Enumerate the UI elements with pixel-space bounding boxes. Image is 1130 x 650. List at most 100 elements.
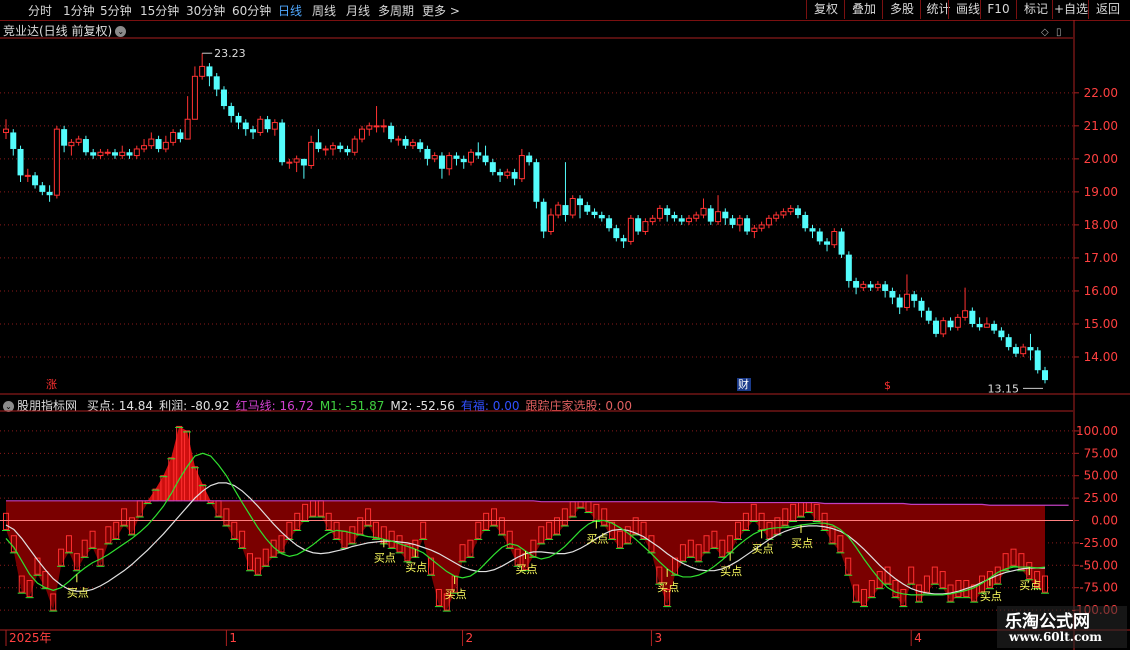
- candle-body: [831, 231, 838, 246]
- candle-body: [453, 155, 460, 159]
- candle-body: [133, 148, 140, 157]
- candle-body: [460, 158, 467, 163]
- candle-body: [293, 158, 300, 163]
- candle-body: [824, 241, 831, 245]
- candle-body: [882, 284, 889, 291]
- candle-body: [475, 152, 482, 156]
- candle-body: [627, 217, 634, 242]
- candle-body: [867, 284, 874, 288]
- dollar-marker: $: [884, 379, 891, 392]
- buy-point-label: 买点: [752, 542, 774, 555]
- candle-body: [809, 228, 816, 232]
- price-tick-label: 16.00: [1084, 284, 1118, 298]
- candle-body: [3, 128, 9, 133]
- price-tick-label: 19.00: [1084, 185, 1118, 199]
- candle-body: [10, 132, 17, 149]
- candle-body: [1034, 350, 1041, 371]
- stock-chart[interactable]: ◇ ▯14.0015.0016.0017.0018.0019.0020.0021.…: [0, 0, 1130, 650]
- candle-body: [24, 174, 31, 177]
- candle-body: [925, 310, 932, 321]
- profit-peak-area: [155, 475, 164, 501]
- candle-body: [765, 217, 772, 226]
- candle-body: [780, 211, 787, 216]
- candle-body: [17, 148, 24, 176]
- candle-body: [329, 145, 336, 150]
- candle-body: [482, 155, 489, 163]
- candle-body: [671, 215, 678, 219]
- candle-body: [402, 139, 409, 146]
- candle-body: [715, 211, 722, 223]
- candle-body: [591, 211, 598, 215]
- candle-body: [649, 217, 656, 223]
- candle-body: [584, 205, 591, 212]
- candle-body: [53, 128, 60, 196]
- candle-body: [46, 191, 53, 196]
- candle-body: [693, 214, 700, 219]
- candle-body: [373, 125, 380, 128]
- ind-tick-label: -25.00: [1079, 536, 1118, 550]
- watermark: 乐淘公式网 www.60lt.com: [997, 606, 1127, 648]
- candle-body: [395, 138, 402, 141]
- candle-body: [547, 214, 554, 233]
- candle-body: [300, 158, 307, 166]
- candle-body: [424, 148, 431, 159]
- candle-body: [729, 218, 736, 225]
- buy-point-label: 买点: [516, 563, 538, 576]
- candle-body: [337, 145, 344, 149]
- candle-body: [526, 155, 533, 163]
- candle-body: [976, 323, 983, 328]
- candle-body: [82, 139, 89, 153]
- ind-tick-label: 25.00: [1084, 491, 1118, 505]
- candle-body: [744, 218, 751, 232]
- candle-body: [555, 204, 562, 216]
- candle-body: [787, 207, 794, 213]
- candle-body: [794, 208, 801, 215]
- candle-body: [635, 218, 642, 232]
- candle-body: [1005, 337, 1012, 348]
- ind-tick-label: -50.00: [1079, 558, 1118, 572]
- candle-body: [155, 139, 162, 149]
- candle-body: [431, 155, 438, 160]
- price-tick-label: 14.00: [1084, 350, 1118, 364]
- candle-body: [359, 128, 366, 140]
- buy-point-label: 买点: [980, 590, 1002, 603]
- watermark-url: www.60lt.com: [1009, 630, 1102, 644]
- candle-body: [148, 138, 155, 147]
- candle-body: [366, 125, 373, 130]
- candle-body: [75, 138, 82, 143]
- profit-peak-area: [179, 426, 188, 501]
- candle-body: [998, 330, 1005, 338]
- candle-body: [39, 185, 46, 192]
- candle-body: [271, 122, 278, 130]
- ind-tick-label: 100.00: [1076, 424, 1118, 438]
- candle-body: [111, 152, 118, 156]
- price-tick-label: 17.00: [1084, 251, 1118, 265]
- candle-body: [751, 227, 758, 233]
- candle-body: [933, 320, 940, 334]
- candle-body: [468, 151, 475, 163]
- ind-tick-label: 0.00: [1091, 514, 1118, 528]
- candle-body: [533, 162, 540, 202]
- candle-body: [1012, 347, 1019, 354]
- candle-body: [162, 141, 169, 150]
- candle-body: [845, 254, 852, 282]
- candle-body: [962, 310, 969, 318]
- price-tick-label: 15.00: [1084, 317, 1118, 331]
- candle-body: [206, 66, 213, 77]
- candle-body: [228, 106, 235, 116]
- candle-body: [576, 198, 583, 206]
- ind-tick-label: 50.00: [1084, 469, 1118, 483]
- candle-body: [853, 281, 860, 288]
- buy-point-label: 买点: [405, 561, 427, 574]
- candle-body: [315, 142, 322, 149]
- candle-body: [700, 207, 707, 216]
- buy-point-label: 买点: [445, 588, 467, 601]
- candle-body: [213, 76, 220, 90]
- candle-body: [446, 155, 453, 170]
- candle-body: [773, 214, 780, 219]
- price-tick-label: 21.00: [1084, 119, 1118, 133]
- candle-body: [838, 231, 845, 255]
- candle-body: [322, 148, 329, 151]
- candle-body: [68, 141, 75, 147]
- ind-tick-label: -75.00: [1079, 581, 1118, 595]
